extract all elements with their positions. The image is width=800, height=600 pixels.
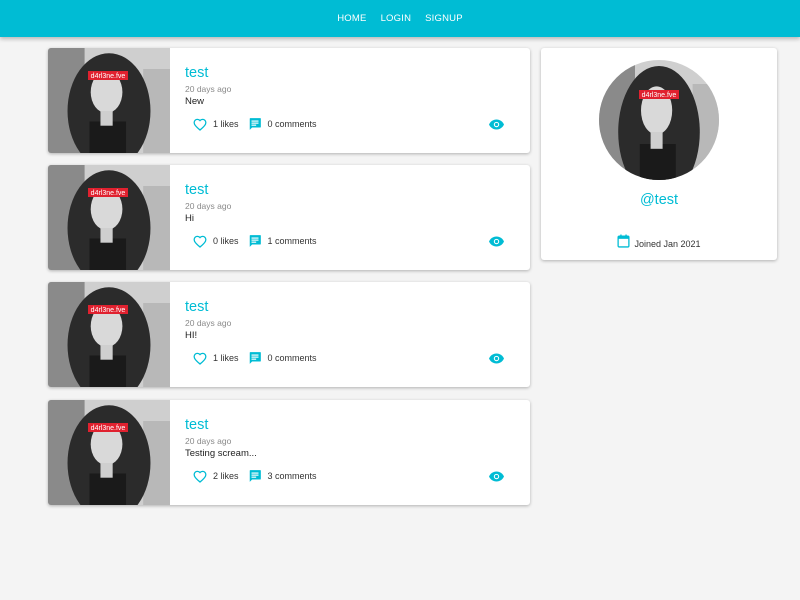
calendar-icon	[617, 234, 630, 253]
comments-count: 0 comments	[267, 353, 317, 363]
eye-icon[interactable]	[489, 351, 505, 365]
likes-count: 1 likes	[213, 119, 239, 129]
profile-avatar: d4rl3ne.fve	[599, 60, 719, 180]
heart-outline-icon[interactable]	[192, 116, 208, 132]
post-content: test 20 days ago Hi 0 likes 1 comments	[170, 165, 530, 270]
post-body: New	[185, 96, 205, 107]
nav-home-link[interactable]: HOME	[335, 10, 368, 28]
watermark-text: d4rl3ne.fve	[91, 190, 126, 197]
post-body: Testing scream...	[185, 448, 257, 459]
joined-label: Joined Jan 2021	[634, 238, 701, 249]
eye-icon[interactable]	[489, 234, 505, 248]
likes-count: 0 likes	[213, 236, 239, 246]
comments-count: 0 comments	[267, 119, 317, 129]
post-actions: 0 likes 1 comments	[192, 233, 317, 249]
comment-icon[interactable]	[247, 468, 263, 484]
post-image: d4rl3ne.fve	[48, 282, 170, 387]
post-image: d4rl3ne.fve	[48, 165, 170, 270]
comments-count: 1 comments	[267, 236, 317, 246]
post-timestamp: 20 days ago	[185, 84, 232, 94]
comment-icon[interactable]	[247, 350, 263, 366]
profile-handle[interactable]: @test	[541, 192, 777, 208]
post-content: test 20 days ago New 1 likes 0 comments	[170, 48, 530, 153]
post-actions: 1 likes 0 comments	[192, 350, 317, 366]
top-app-bar: HOME LOGIN SIGNUP	[0, 0, 800, 37]
post-content: test 20 days ago Testing scream... 2 lik…	[170, 400, 530, 505]
post-timestamp: 20 days ago	[185, 201, 232, 211]
post-author-link[interactable]: test	[185, 299, 208, 315]
comments-count: 3 comments	[267, 471, 317, 481]
likes-count: 2 likes	[213, 471, 239, 481]
post-content: test 20 days ago HI! 1 likes 0 comments	[170, 282, 530, 387]
post-body: Hi	[185, 213, 194, 224]
comment-icon[interactable]	[247, 233, 263, 249]
nav-login-link[interactable]: LOGIN	[379, 10, 414, 28]
heart-outline-icon[interactable]	[192, 350, 208, 366]
watermark-text: d4rl3ne.fve	[91, 425, 126, 432]
post-timestamp: 20 days ago	[185, 436, 232, 446]
nav-menu: HOME LOGIN SIGNUP	[335, 10, 465, 28]
nav-signup-link[interactable]: SIGNUP	[423, 10, 465, 28]
likes-count: 1 likes	[213, 353, 239, 363]
post-author-link[interactable]: test	[185, 417, 208, 433]
post-card: d4rl3ne.fve test 20 days ago Hi 0 likes …	[48, 165, 530, 270]
post-author-link[interactable]: test	[185, 65, 208, 81]
watermark-text: d4rl3ne.fve	[642, 92, 677, 99]
post-image: d4rl3ne.fve	[48, 400, 170, 505]
post-actions: 1 likes 0 comments	[192, 116, 317, 132]
post-card: d4rl3ne.fve test 20 days ago New 1 likes…	[48, 48, 530, 153]
eye-icon[interactable]	[489, 117, 505, 131]
post-actions: 2 likes 3 comments	[192, 468, 317, 484]
post-timestamp: 20 days ago	[185, 318, 232, 328]
post-image: d4rl3ne.fve	[48, 48, 170, 153]
comment-icon[interactable]	[247, 116, 263, 132]
post-card: d4rl3ne.fve test 20 days ago Testing scr…	[48, 400, 530, 505]
post-author-link[interactable]: test	[185, 182, 208, 198]
joined-date: Joined Jan 2021	[541, 234, 777, 253]
watermark-text: d4rl3ne.fve	[91, 307, 126, 314]
heart-outline-icon[interactable]	[192, 468, 208, 484]
post-body: HI!	[185, 330, 198, 341]
eye-icon[interactable]	[489, 469, 505, 483]
watermark-text: d4rl3ne.fve	[91, 73, 126, 80]
post-card: d4rl3ne.fve test 20 days ago HI! 1 likes…	[48, 282, 530, 387]
heart-outline-icon[interactable]	[192, 233, 208, 249]
profile-card: d4rl3ne.fve @test Joined Jan 2021	[541, 48, 777, 260]
